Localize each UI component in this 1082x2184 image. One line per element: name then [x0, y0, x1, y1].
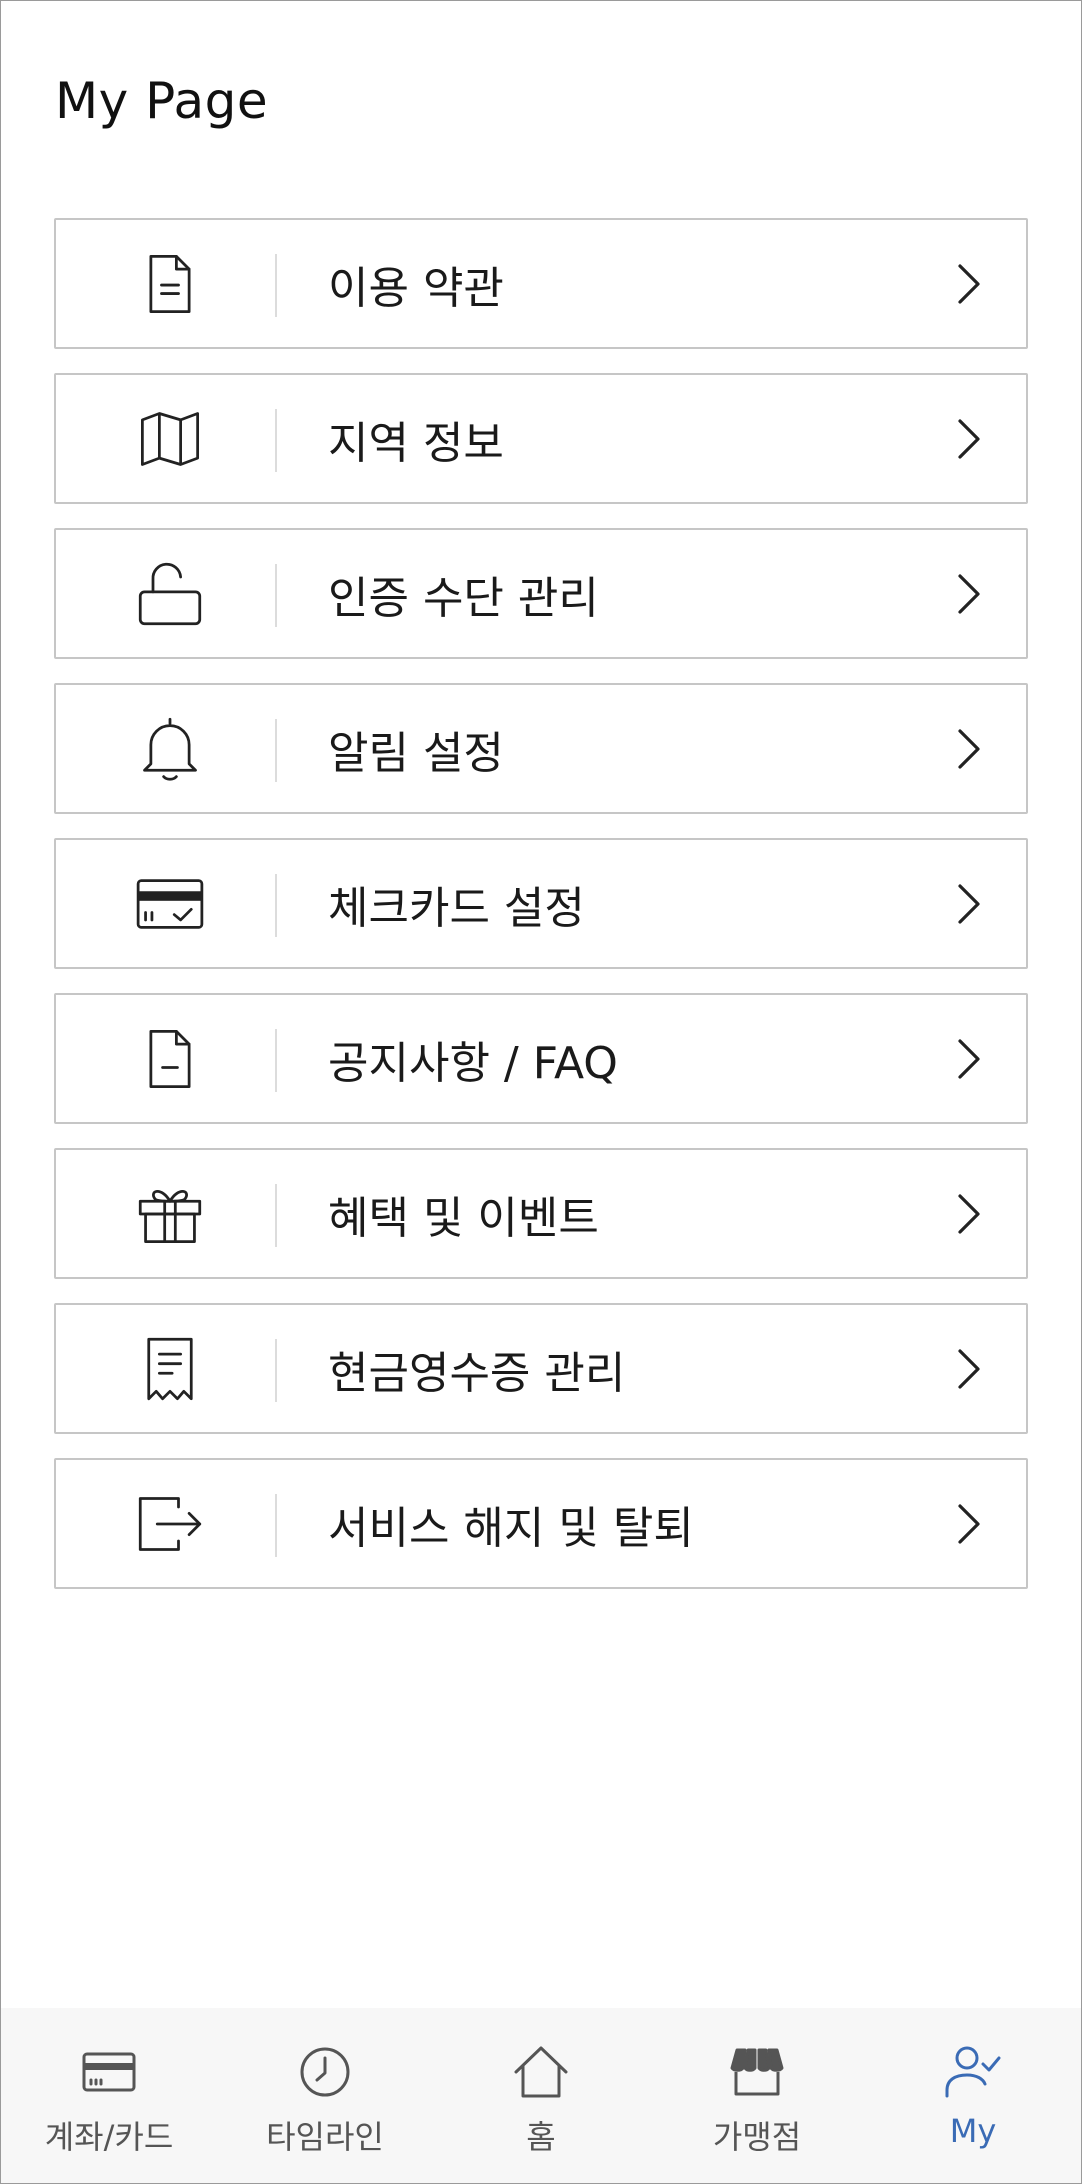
menu-item-label: 인증 수단 관리: [328, 572, 599, 624]
menu-item-auth-methods[interactable]: 인증 수단 관리: [54, 528, 1028, 659]
divider: [275, 564, 277, 627]
menu-item-notice-faq[interactable]: 공지사항 / FAQ: [54, 993, 1028, 1124]
nav-label: 타임라인: [266, 2118, 384, 2156]
menu-item-label: 혜택 및 이벤트: [328, 1192, 599, 1244]
nav-item-home[interactable]: 홈: [433, 2008, 649, 2183]
document-icon: [136, 250, 204, 318]
unlock-icon: [136, 560, 204, 628]
divider: [275, 254, 277, 317]
divider: [275, 874, 277, 937]
chevron-right-icon: [958, 263, 980, 304]
nav-item-merchants[interactable]: 가맹점: [649, 2008, 865, 2183]
nav-item-my[interactable]: My: [865, 2008, 1081, 2183]
map-icon: [136, 405, 204, 473]
receipt-icon: [136, 1335, 204, 1403]
page-title: My Page: [55, 72, 269, 130]
menu-item-service-withdrawal[interactable]: 서비스 해지 및 탈퇴: [54, 1458, 1028, 1589]
divider: [275, 1184, 277, 1247]
chevron-right-icon: [958, 1193, 980, 1234]
logout-icon: [136, 1490, 204, 1558]
divider: [275, 1339, 277, 1402]
home-icon: [511, 2042, 571, 2102]
chevron-right-icon: [958, 728, 980, 769]
notice-document-icon: [136, 1025, 204, 1093]
nav-item-account-card[interactable]: 계좌/카드: [1, 2008, 217, 2183]
menu-item-label: 알림 설정: [328, 727, 504, 779]
user-check-icon: [943, 2042, 1003, 2102]
chevron-right-icon: [958, 1348, 980, 1389]
menu-item-label: 서비스 해지 및 탈퇴: [328, 1502, 694, 1554]
menu-item-notification-settings[interactable]: 알림 설정: [54, 683, 1028, 814]
card-check-icon: [136, 870, 204, 938]
chevron-right-icon: [958, 1503, 980, 1544]
chevron-right-icon: [958, 573, 980, 614]
clock-icon: [295, 2042, 355, 2102]
nav-label: 홈: [526, 2118, 556, 2156]
menu-item-label: 공지사항 / FAQ: [328, 1037, 618, 1089]
chevron-right-icon: [958, 1038, 980, 1079]
nav-item-timeline[interactable]: 타임라인: [217, 2008, 433, 2183]
nav-label: 가맹점: [712, 2118, 802, 2156]
menu-item-check-card-settings[interactable]: 체크카드 설정: [54, 838, 1028, 969]
card-icon: [79, 2042, 139, 2102]
settings-menu: 이용 약관 지역 정보 인증 수단 관리 알림 설정 체크카드 설정 공지사항 …: [54, 218, 1028, 1613]
menu-item-benefits-events[interactable]: 혜택 및 이벤트: [54, 1148, 1028, 1279]
chevron-right-icon: [958, 418, 980, 459]
divider: [275, 1494, 277, 1557]
gift-icon: [136, 1180, 204, 1248]
menu-item-label: 지역 정보: [328, 417, 504, 469]
bottom-navigation: 계좌/카드 타임라인 홈 가맹점 My: [1, 2008, 1081, 2183]
divider: [275, 1029, 277, 1092]
divider: [275, 719, 277, 782]
menu-item-region-info[interactable]: 지역 정보: [54, 373, 1028, 504]
store-icon: [727, 2042, 787, 2102]
nav-label: My: [949, 2112, 997, 2150]
divider: [275, 409, 277, 472]
menu-item-label: 현금영수증 관리: [328, 1347, 626, 1399]
chevron-right-icon: [958, 883, 980, 924]
menu-item-cash-receipt[interactable]: 현금영수증 관리: [54, 1303, 1028, 1434]
menu-item-label: 체크카드 설정: [328, 882, 585, 934]
nav-label: 계좌/카드: [44, 2118, 174, 2156]
menu-item-terms[interactable]: 이용 약관: [54, 218, 1028, 349]
bell-icon: [136, 715, 204, 783]
menu-item-label: 이용 약관: [328, 262, 504, 314]
